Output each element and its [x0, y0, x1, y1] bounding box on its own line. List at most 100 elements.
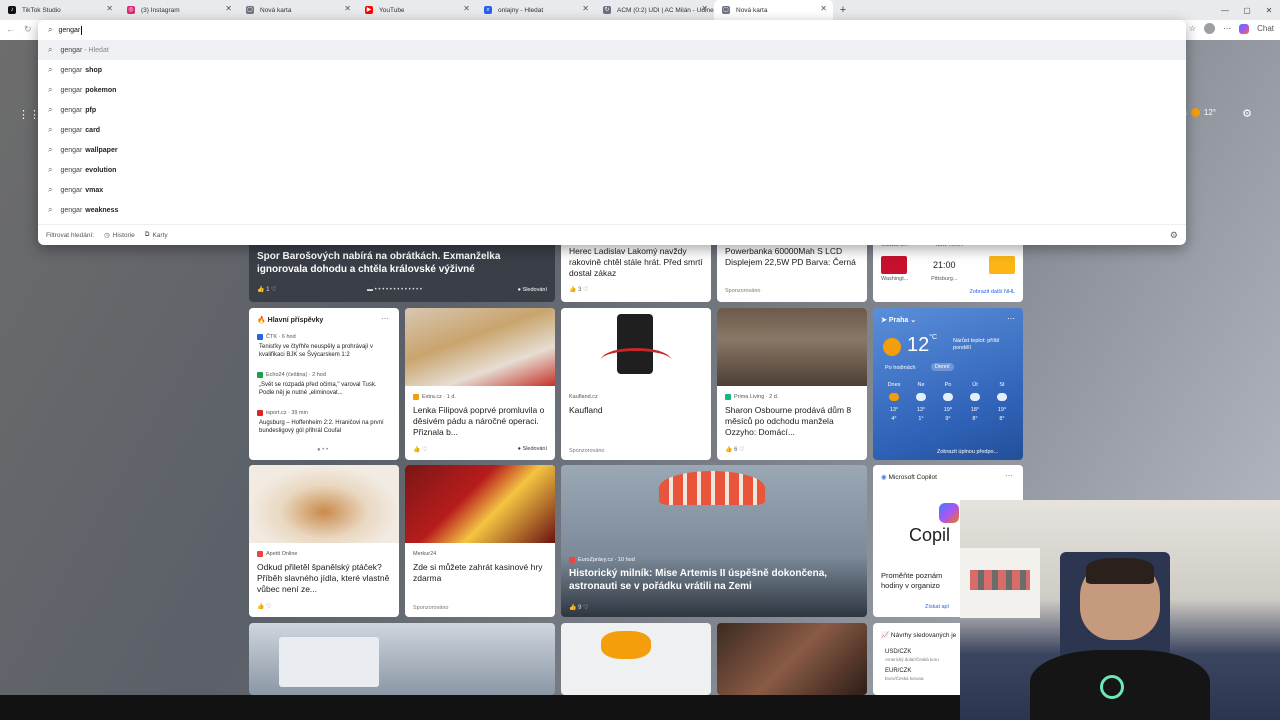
browser-tab[interactable]: ◎ (3) Instagram ✕ — [119, 0, 238, 20]
close-tab-icon[interactable]: ✕ — [582, 4, 589, 13]
ad-image — [405, 465, 555, 543]
more-options-icon[interactable]: ⋯ — [1005, 471, 1013, 480]
suggestion-item[interactable]: ⌕ gengar pfp — [38, 100, 1186, 120]
suggestion-prefix: gengar — [60, 126, 83, 134]
filter-tabs-button[interactable]: ⧉ Karty — [145, 231, 168, 239]
close-tab-icon[interactable]: ✕ — [344, 4, 351, 13]
weather-city[interactable]: ➤ Praha ⌄ — [881, 316, 916, 324]
news-card-toilet[interactable] — [561, 623, 711, 695]
forecast-day[interactable]: Út 18° 8° — [964, 382, 986, 422]
news-card-lakomy[interactable]: Herec Ladislav Lakomý navždy rakovině ch… — [561, 240, 711, 302]
weather-card[interactable]: ➤ Praha ⌄ ⋯ 12°C Nárůst teplot: příští p… — [873, 308, 1023, 460]
suggestion-item[interactable]: ⌕ gengar evolution — [38, 160, 1186, 180]
reactions[interactable]: 👍 ♡ — [413, 446, 428, 453]
browser-tab[interactable]: ♪ TikTok Studio ✕ — [0, 0, 119, 20]
source-label: EuroZprávy.cz · 10 hod — [569, 557, 635, 563]
close-tab-icon[interactable]: ✕ — [701, 4, 708, 13]
close-tab-icon[interactable]: ✕ — [225, 4, 232, 13]
tab-hourly[interactable]: Po hodinách — [885, 365, 916, 371]
suggestion-prefix: gengar — [60, 206, 83, 214]
forecast-day[interactable]: Po 19° 9° — [937, 382, 959, 422]
suggestion-search[interactable]: ⌕ gengar - Hledat — [38, 40, 1186, 60]
suggestion-item[interactable]: ⌕ gengar weakness — [38, 200, 1186, 220]
filter-history-button[interactable]: ◷ Historie — [104, 231, 135, 240]
address-input[interactable]: ⌕ gengar — [38, 20, 1186, 40]
favorites-icon[interactable]: ☆ — [1189, 24, 1196, 33]
search-icon: ⌕ — [48, 85, 53, 94]
close-tab-icon[interactable]: ✕ — [463, 4, 470, 13]
chat-label[interactable]: Chat — [1257, 24, 1274, 33]
news-card-artemis[interactable]: EuroZprávy.cz · 10 hod Historický milník… — [561, 465, 867, 617]
news-card-filipova[interactable]: Extra.cz · 1 d. Lenka Filipová poprvé pr… — [405, 308, 555, 460]
close-tab-icon[interactable]: ✕ — [106, 4, 113, 13]
currency-pair[interactable]: USD/CZK — [885, 649, 911, 655]
follow-label[interactable]: ● Sledování — [518, 446, 547, 452]
card-title: Odkud přiletěl španělský ptáček? Příběh … — [257, 562, 390, 594]
more-options-icon[interactable]: ⋯ — [381, 314, 389, 323]
forecast-day[interactable]: Dnes 13° 4° — [883, 382, 905, 422]
top-weather-temp: 12° — [1203, 108, 1216, 117]
news-card-fitness[interactable] — [717, 623, 867, 695]
article-image — [249, 465, 399, 543]
browser-tab[interactable]: ▢ Nová karta ✕ — [238, 0, 357, 20]
post-headline[interactable]: Tenisťky ve čtyřhře neuspěly a prohrávaj… — [259, 343, 391, 359]
browser-tab[interactable]: ▢ Nová karta ✕ — [714, 0, 833, 20]
browser-tab[interactable]: ▶ YouTube ✕ — [357, 0, 476, 20]
nhl-card[interactable]: Ottawa S... New York... 21:00 Washingt..… — [873, 240, 1023, 302]
search-icon: ⌕ — [48, 145, 53, 154]
post-headline[interactable]: Augsburg – Hoffenheim 2:2. Hraničovi na … — [259, 419, 391, 435]
suggestion-item[interactable]: ⌕ gengar pokemon — [38, 80, 1186, 100]
browser-tab[interactable]: ↻ ACM (0:2) UDI | AC Milán - Udines ✕ — [595, 0, 714, 20]
suggestion-item[interactable]: ⌕ gengar shop — [38, 60, 1186, 80]
reload-icon[interactable]: ↻ — [24, 24, 32, 35]
suggestion-item[interactable]: ⌕ gengar vmax — [38, 180, 1186, 200]
back-icon[interactable]: ← — [6, 24, 15, 34]
tab-daily[interactable]: Denní — [931, 363, 954, 371]
tab-favicon-icon: ⌕ — [484, 6, 492, 14]
maximize-icon[interactable]: ▢ — [1236, 6, 1258, 15]
follow-label[interactable]: ● Sledování — [518, 287, 547, 293]
minimize-icon[interactable]: — — [1214, 6, 1236, 15]
copilot-text: Proměňte poznám hodiny v organizo — [881, 571, 943, 590]
post-headline[interactable]: „Svět se rozpadá před očima," varoval Tu… — [259, 381, 391, 397]
like-count[interactable]: 👍 3 ♡ — [569, 286, 589, 293]
reactions[interactable]: 👍 ♡ — [257, 603, 272, 610]
copilot-brand: Copil — [909, 525, 951, 545]
forecast-day[interactable]: Ne 13° 1° — [910, 382, 932, 422]
forecast-day[interactable]: St 19° 8° — [991, 382, 1013, 422]
full-forecast-link[interactable]: Zobrazit úplnou předpo... — [937, 449, 998, 455]
more-nhl-link[interactable]: Zobrazit další NHL — [969, 289, 1015, 295]
search-settings-icon[interactable]: ⚙ — [1170, 230, 1178, 241]
ad-card-powerbank[interactable]: Powerbanka 60000Mah S LCD Displejem 22,5… — [717, 240, 867, 302]
suggestion-item[interactable]: ⌕ gengar wallpaper — [38, 140, 1186, 160]
close-window-icon[interactable]: ✕ — [1258, 6, 1280, 15]
suggestion-item[interactable]: ⌕ gengar card — [38, 120, 1186, 140]
more-menu-icon[interactable]: ⋯ — [1223, 24, 1231, 33]
sidebar-toggle-icon[interactable]: ▭ — [6, 84, 14, 93]
ad-card-kaufland[interactable]: Kaufland.cz Kaufland Sponzorováno — [561, 308, 711, 460]
sponsored-label: Sponzorováno — [725, 288, 761, 294]
news-card-osbourne[interactable]: Prima Living · 2 d. Sharon Osbourne prod… — [717, 308, 867, 460]
close-tab-icon[interactable]: ✕ — [820, 4, 827, 13]
get-app-link[interactable]: Získat apl — [925, 604, 949, 610]
browser-tab[interactable]: ⌕ onlajny - Hledat ✕ — [476, 0, 595, 20]
suggestion-completion: shop — [85, 66, 103, 74]
suggestion-completion: weakness — [85, 206, 119, 214]
weather-condition-icon — [916, 393, 926, 401]
ad-card-casino[interactable]: Merkur24 Zde si můžete zahrát kasinové h… — [405, 465, 555, 617]
news-card-recipe[interactable]: Apetit Online Odkud přiletěl španělský p… — [249, 465, 399, 617]
article-image — [717, 308, 867, 386]
currency-pair[interactable]: EUR/CZK — [885, 668, 911, 674]
more-options-icon[interactable]: ⋯ — [1007, 314, 1015, 323]
copilot-icon[interactable] — [1239, 23, 1250, 34]
new-tab-icon[interactable]: + — [833, 4, 853, 16]
page-settings-icon[interactable]: ⚙ — [1242, 107, 1252, 120]
profile-avatar[interactable] — [1204, 23, 1216, 34]
like-count[interactable]: 👍 6 ♡ — [725, 446, 745, 453]
article-image — [601, 631, 651, 659]
news-card-atm[interactable] — [249, 623, 555, 695]
like-count[interactable]: 👍 9 ♡ — [569, 604, 589, 611]
news-card-baros[interactable]: Spor Barošových nabírá na obrátkách. Exm… — [249, 240, 555, 302]
like-count[interactable]: 👍 1 ♡ — [257, 286, 277, 293]
team-logo-penguins — [989, 256, 1015, 274]
